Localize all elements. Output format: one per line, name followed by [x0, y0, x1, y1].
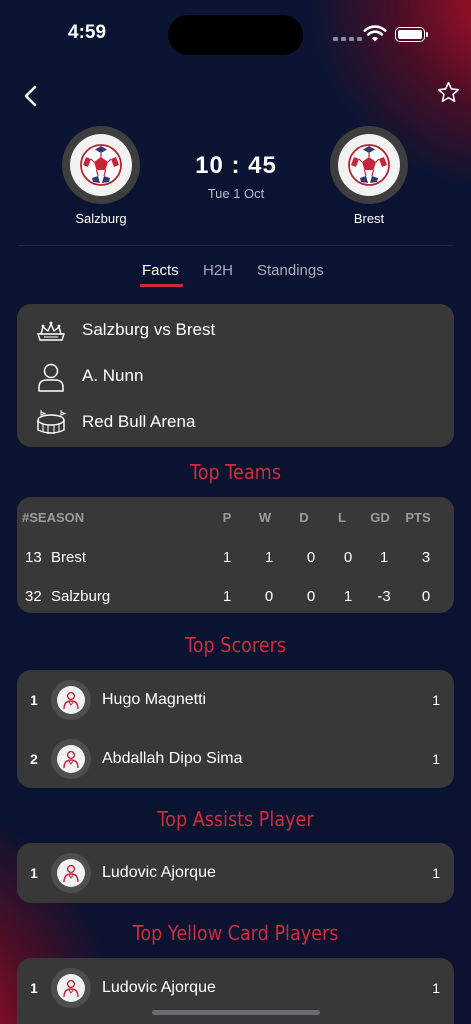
player-rank: 2: [30, 751, 38, 767]
header-played: P: [222, 510, 232, 525]
player-name: Hugo Magnetti: [102, 691, 207, 708]
soccer-ball-icon: [348, 144, 390, 186]
match-info-card: Salzburg vs Brest A. Nunn Red Bull Arena: [17, 304, 454, 447]
fixture-title: Salzburg vs Brest: [82, 320, 216, 339]
row-won: 1: [264, 549, 274, 566]
tab-facts[interactable]: Facts: [142, 262, 179, 279]
row-lost: 1: [343, 588, 353, 605]
row-drawn: 0: [306, 549, 316, 566]
referee-row: A. Nunn: [17, 362, 454, 392]
player-assists: 1: [432, 865, 440, 881]
row-played: 1: [222, 588, 232, 605]
venue-row: Red Bull Arena: [17, 408, 454, 438]
list-item[interactable]: 2 Abdallah Dipo Sima 1: [17, 734, 454, 784]
favorite-star-icon[interactable]: [436, 80, 461, 105]
home-indicator[interactable]: [152, 1010, 320, 1015]
player-name: Abdallah Dipo Sima: [102, 750, 243, 767]
row-team: Salzburg: [51, 588, 111, 605]
section-title-top-teams: Top Teams: [190, 460, 281, 484]
back-chevron-icon[interactable]: [20, 84, 42, 108]
row-team: Brest: [51, 549, 87, 566]
player-yellow-cards: 1: [432, 980, 440, 996]
list-item[interactable]: 1 Hugo Magnetti 1: [17, 675, 454, 725]
active-tab-indicator: [140, 284, 183, 287]
row-won: 0: [264, 588, 274, 605]
away-team-logo[interactable]: [330, 126, 408, 204]
player-goals: 1: [432, 692, 440, 708]
row-points: 0: [421, 588, 431, 605]
referee-name: A. Nunn: [82, 366, 144, 385]
cellular-signal-icon: [333, 37, 362, 41]
header-drawn: D: [299, 510, 309, 525]
match-date: Tue 1 Oct: [207, 186, 265, 201]
competition-crown-icon: [37, 321, 65, 341]
avatar: [51, 853, 91, 893]
avatar: [51, 739, 91, 779]
header-season: #SEASON: [22, 510, 85, 525]
home-team-name: Salzburg: [75, 211, 127, 226]
row-position: 13: [25, 549, 42, 566]
row-position: 32: [25, 588, 42, 605]
top-scorers-card: 1 Hugo Magnetti 1 2 Abdallah Dipo Sima 1: [17, 670, 454, 788]
wifi-icon: [363, 25, 387, 42]
player-icon: [63, 750, 79, 769]
battery-icon: [395, 27, 428, 42]
divider: [18, 245, 453, 246]
player-rank: 1: [30, 980, 38, 996]
venue-name: Red Bull Arena: [82, 412, 196, 431]
soccer-ball-icon: [80, 144, 122, 186]
player-icon: [63, 691, 79, 710]
row-goal-diff: -3: [377, 588, 391, 605]
header-goal-diff: GD: [370, 510, 390, 525]
tab-standings[interactable]: Standings: [257, 262, 324, 279]
header-lost: L: [338, 510, 346, 525]
match-tabs: Facts H2H Standings: [0, 262, 471, 292]
row-played: 1: [222, 549, 232, 566]
section-title-top-scorers: Top Scorers: [184, 633, 286, 657]
status-time: 4:59: [68, 22, 107, 43]
standings-table: #SEASON P W D L GD PTS 13 Brest 1 1 0 0 …: [17, 497, 454, 613]
row-points: 3: [421, 549, 431, 566]
row-lost: 0: [343, 549, 353, 566]
player-name: Ludovic Ajorque: [102, 864, 216, 881]
header-points: PTS: [405, 510, 431, 525]
avatar: [51, 680, 91, 720]
dynamic-island: [168, 15, 303, 55]
home-team-logo[interactable]: [62, 126, 140, 204]
player-icon: [63, 864, 79, 883]
row-goal-diff: 1: [379, 549, 389, 566]
player-rank: 1: [30, 865, 38, 881]
top-assists-card: 1 Ludovic Ajorque 1: [17, 843, 454, 903]
player-icon: [63, 979, 79, 998]
section-title-top-yellow-cards: Top Yellow Card Players: [132, 921, 339, 945]
tab-h2h[interactable]: H2H: [203, 262, 233, 279]
player-goals: 1: [432, 751, 440, 767]
fixture-row: Salzburg vs Brest: [17, 316, 454, 346]
referee-person-icon: [38, 363, 64, 392]
away-team-name: Brest: [353, 211, 385, 226]
row-drawn: 0: [306, 588, 316, 605]
stadium-icon: [37, 410, 67, 434]
player-rank: 1: [30, 692, 38, 708]
avatar: [51, 968, 91, 1008]
list-item[interactable]: 1 Ludovic Ajorque 1: [17, 848, 454, 898]
list-item[interactable]: 1 Ludovic Ajorque 1: [17, 963, 454, 1013]
header-won: W: [258, 510, 272, 525]
kickoff-time: 10 : 45: [195, 152, 277, 179]
section-title-top-assists: Top Assists Player: [157, 807, 314, 831]
player-name: Ludovic Ajorque: [102, 979, 216, 996]
